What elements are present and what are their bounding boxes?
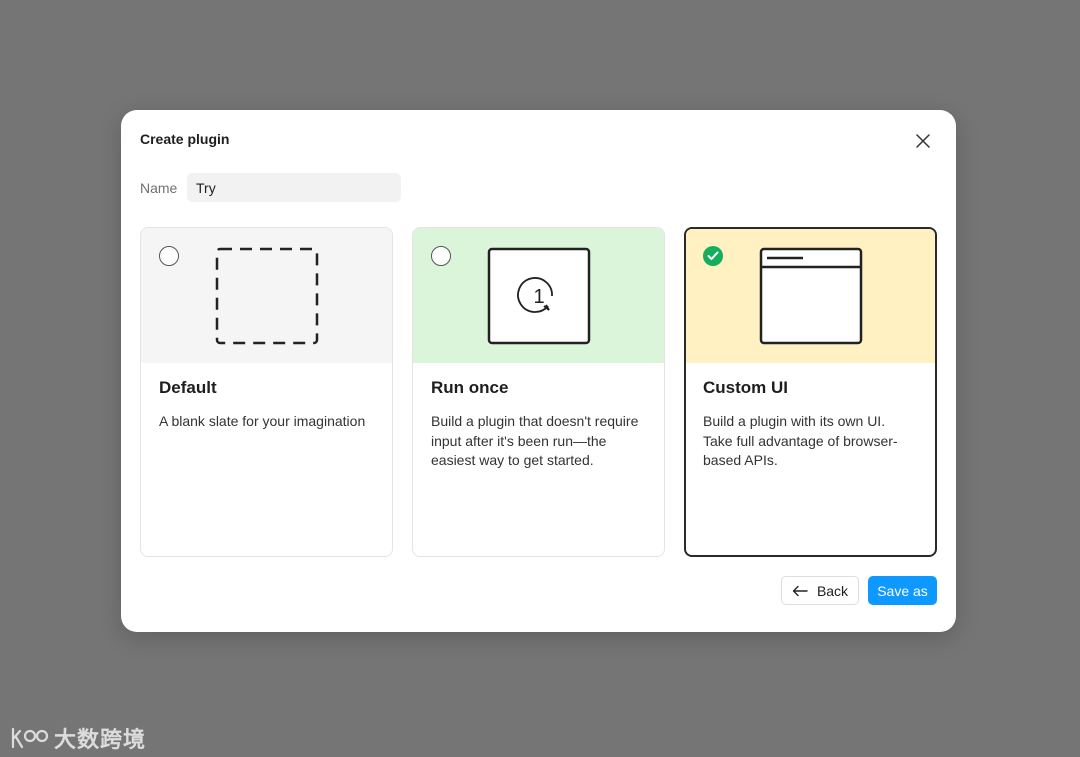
card-custom-ui[interactable]: Custom UI Build a plugin with its own UI…: [684, 227, 937, 557]
card-title: Default: [159, 378, 217, 397]
card-preview: [141, 228, 392, 363]
card-preview: [686, 229, 935, 363]
watermark-logo-icon: [11, 727, 49, 749]
card-description: Build a plugin that doesn't require inpu…: [431, 413, 639, 468]
card-description: Build a plugin with its own UI. Take ful…: [703, 413, 898, 468]
run-once-icon: 1: [487, 247, 590, 344]
dashed-square-icon: [215, 247, 318, 344]
name-row: Name: [140, 173, 401, 202]
watermark: 大数跨境: [10, 722, 146, 754]
arrow-left-icon: [792, 585, 808, 597]
watermark-text: 大数跨境: [54, 727, 147, 752]
svg-text:1: 1: [533, 286, 544, 308]
close-button[interactable]: [913, 131, 933, 151]
card-preview: 1: [413, 228, 664, 363]
radio-unchecked[interactable]: [431, 246, 451, 266]
card-title: Run once: [431, 378, 509, 397]
card-title: Custom UI: [703, 378, 788, 397]
radio-checked[interactable]: [703, 246, 723, 266]
save-as-button[interactable]: Save as: [868, 576, 937, 605]
card-description: A blank slate for your imagination: [159, 413, 366, 429]
close-icon: [916, 134, 930, 148]
dialog-title: Create plugin: [140, 131, 230, 147]
window-icon: [759, 247, 862, 345]
create-plugin-dialog: Create plugin Name Default A blank slate…: [121, 110, 956, 632]
name-label: Name: [140, 179, 178, 196]
card-run-once[interactable]: 1 Run once Build a plugin that doesn't r…: [412, 227, 665, 557]
card-default[interactable]: Default A blank slate for your imaginati…: [140, 227, 393, 557]
back-label: Back: [816, 582, 849, 599]
checkmark-icon: [707, 251, 719, 260]
name-input[interactable]: [187, 173, 401, 202]
back-button[interactable]: Back: [781, 576, 859, 605]
radio-unchecked[interactable]: [159, 246, 179, 266]
